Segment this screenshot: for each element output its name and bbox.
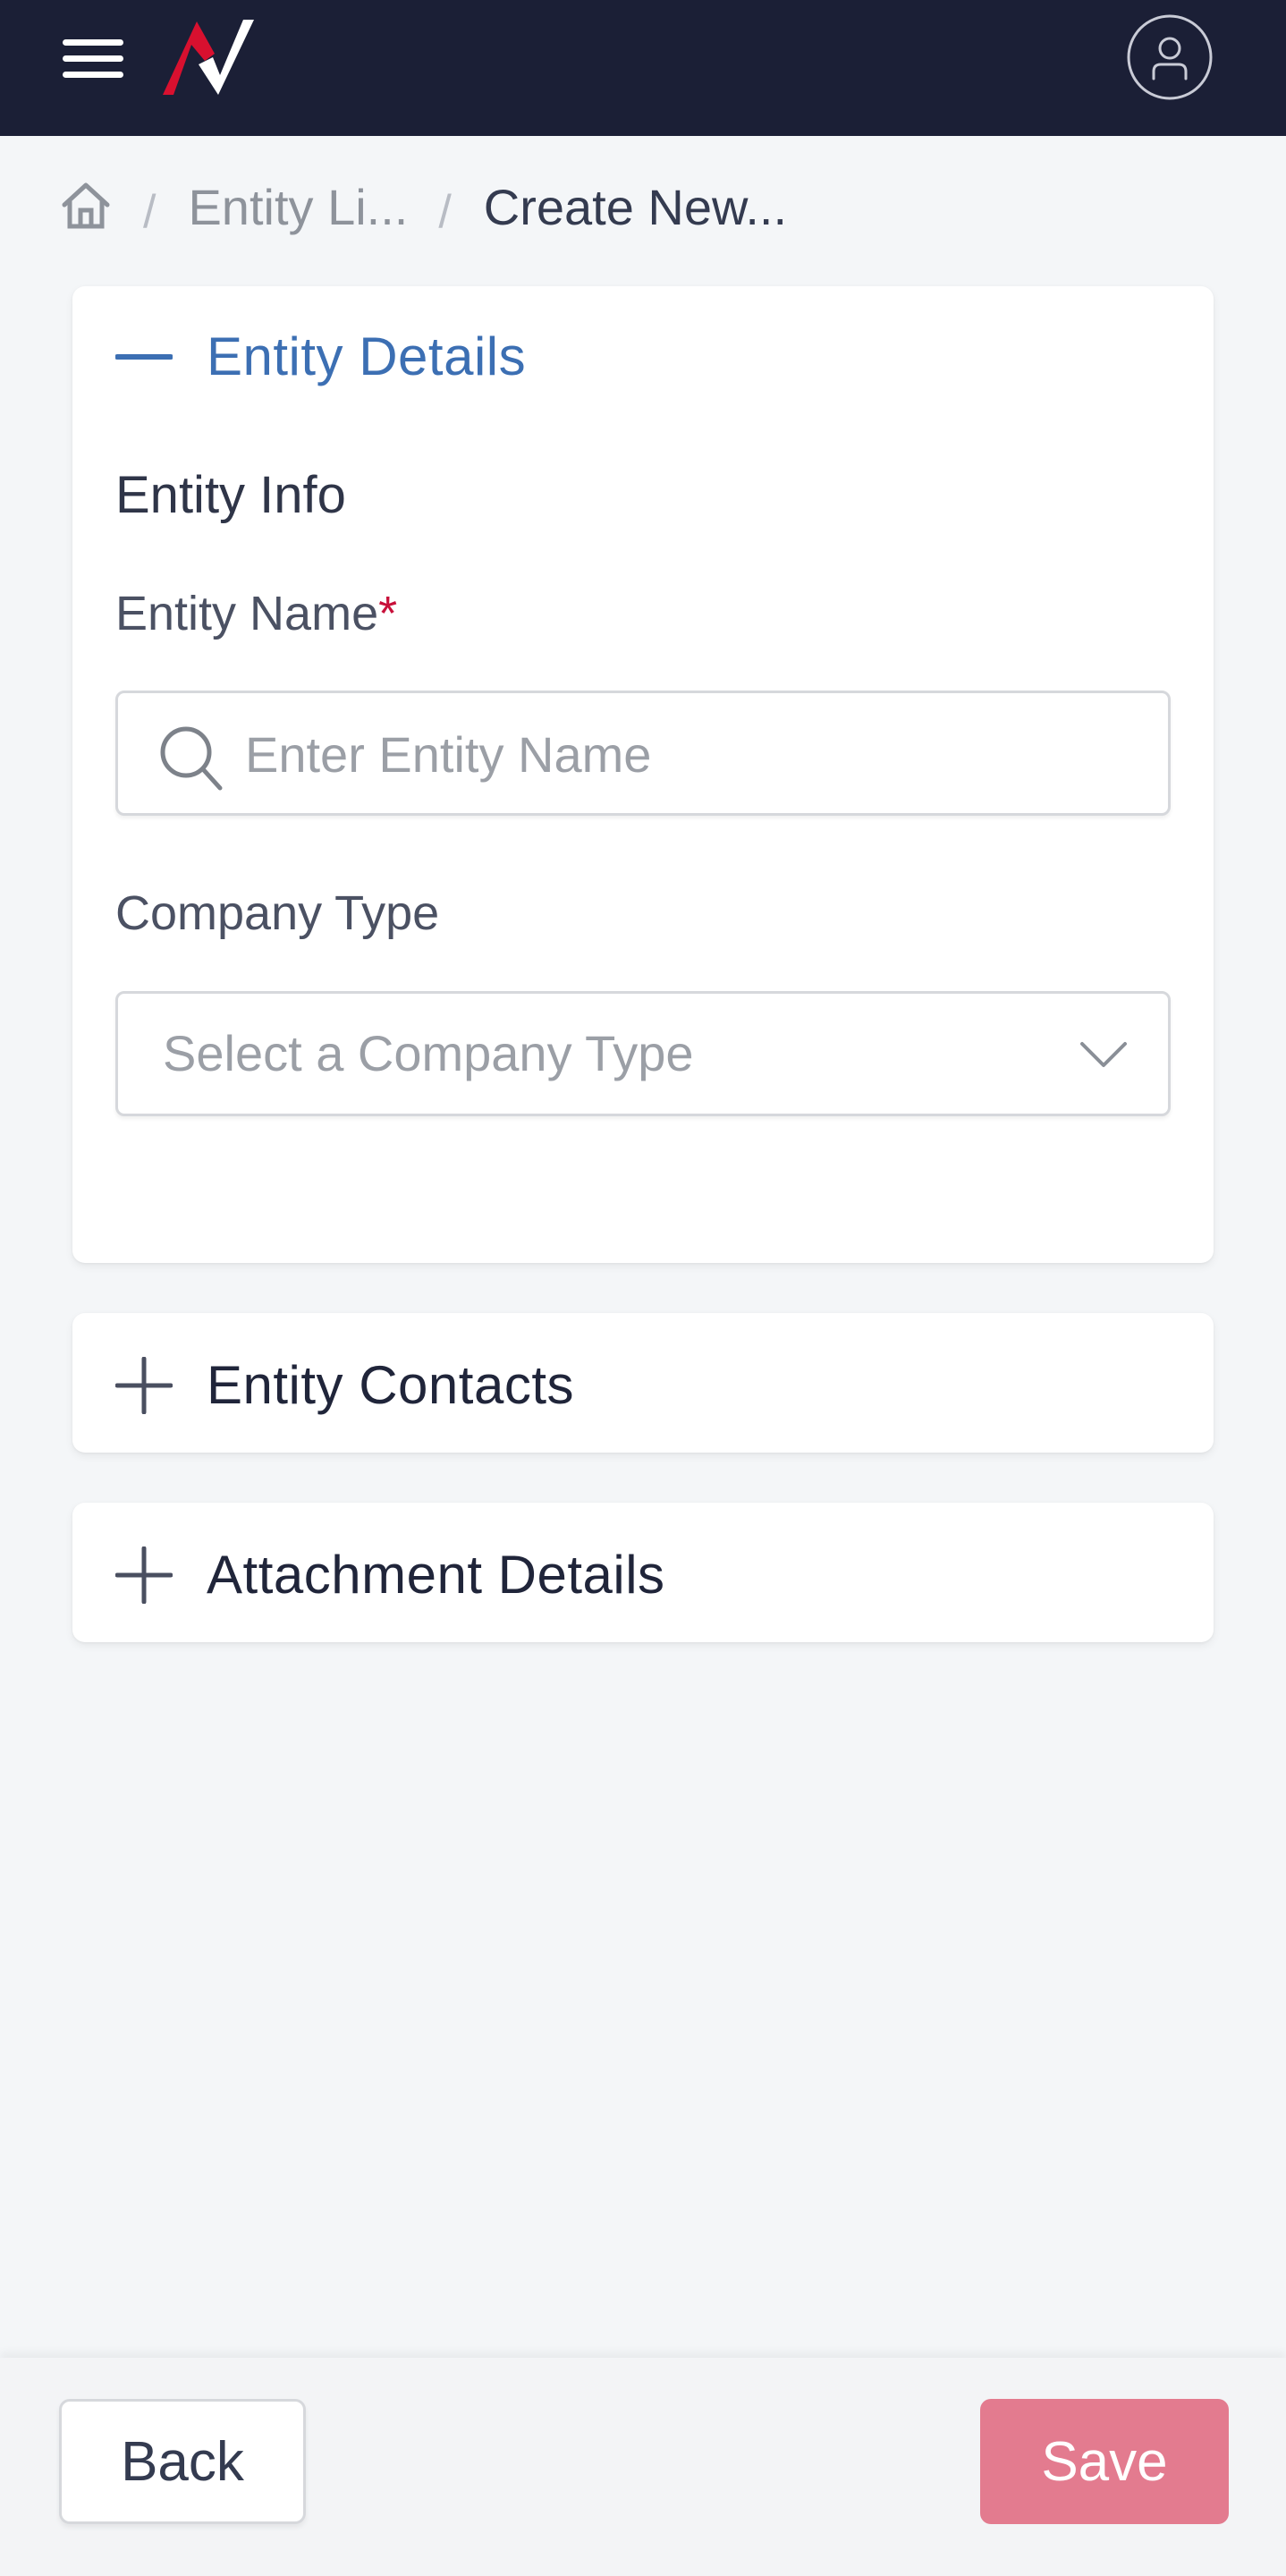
required-marker: *	[378, 587, 398, 640]
entity-contacts-accordion-header[interactable]: Entity Contacts	[115, 1354, 574, 1416]
footer-action-bar: Back Save	[0, 2358, 1286, 2576]
breadcrumb-current-page: Create New...	[483, 178, 788, 235]
breadcrumb-separator: /	[143, 186, 157, 238]
entity-name-label-text: Entity Name	[115, 587, 379, 640]
entity-contacts-title: Entity Contacts	[207, 1355, 575, 1415]
back-button[interactable]: Back	[59, 2399, 306, 2524]
top-navigation-bar	[0, 0, 1286, 136]
attachment-details-title: Attachment Details	[207, 1545, 665, 1605]
chevron-down-icon	[1080, 1042, 1127, 1067]
search-icon	[160, 726, 223, 791]
attachment-details-accordion-header[interactable]: Attachment Details	[115, 1544, 665, 1606]
breadcrumb: / Entity Li... / Create New...	[59, 175, 787, 238]
breadcrumb-entity-list[interactable]: Entity Li...	[188, 178, 408, 236]
attachment-details-panel: Attachment Details	[72, 1503, 1214, 1642]
company-type-label: Company Type	[115, 886, 440, 940]
entity-name-input[interactable]	[243, 693, 1141, 815]
entity-details-accordion-header[interactable]: Entity Details	[115, 326, 526, 387]
entity-name-field[interactable]	[115, 691, 1171, 816]
company-type-placeholder: Select a Company Type	[163, 1025, 694, 1081]
breadcrumb-separator: /	[438, 186, 452, 238]
entity-details-title: Entity Details	[207, 326, 527, 386]
entity-contacts-panel: Entity Contacts	[72, 1313, 1214, 1453]
brand-logo[interactable]	[163, 20, 254, 97]
user-profile-icon[interactable]	[1127, 14, 1213, 100]
plus-icon	[115, 1546, 173, 1604]
hamburger-menu-icon[interactable]	[63, 36, 123, 80]
plus-icon	[115, 1356, 173, 1414]
entity-details-panel: Entity Details Entity Info Entity Name* …	[72, 286, 1214, 1263]
entity-name-label: Entity Name*	[115, 586, 397, 641]
save-button[interactable]: Save	[980, 2399, 1229, 2524]
home-icon[interactable]	[59, 180, 113, 233]
minus-icon	[115, 353, 173, 360]
company-type-select[interactable]: Select a Company Type	[115, 991, 1171, 1116]
entity-info-heading: Entity Info	[115, 466, 346, 524]
